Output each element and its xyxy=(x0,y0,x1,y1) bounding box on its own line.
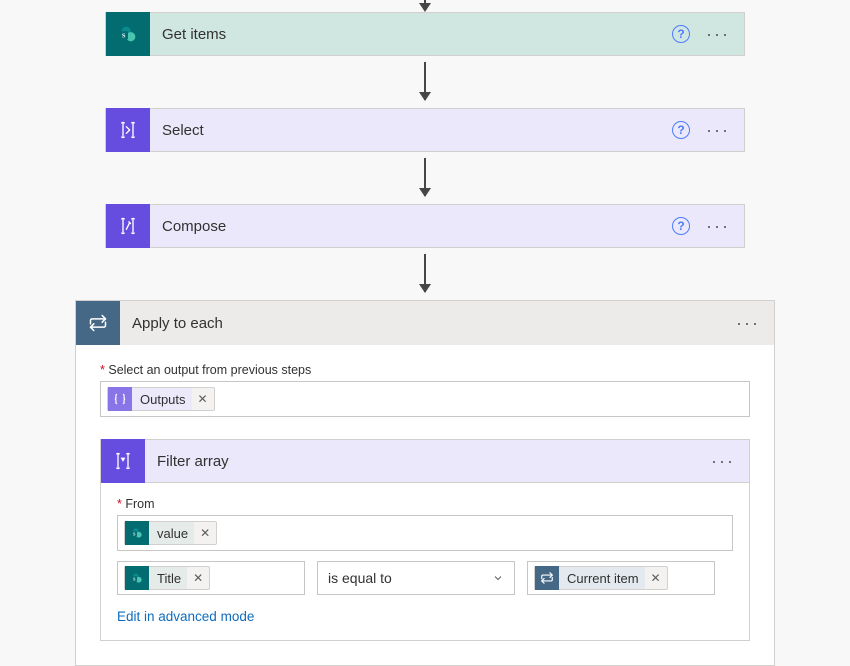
filter-operator-select[interactable]: is equal to xyxy=(317,561,515,595)
token-current-item[interactable]: Current item ✕ xyxy=(534,566,668,590)
compose-icon xyxy=(106,204,150,248)
svg-text:S: S xyxy=(122,33,126,40)
step-select[interactable]: Select ? ··· xyxy=(105,108,745,152)
more-menu-icon[interactable]: ··· xyxy=(736,318,760,328)
loop-icon xyxy=(76,301,120,345)
token-label: value xyxy=(149,522,194,544)
field-label: * Select an output from previous steps xyxy=(100,363,750,377)
token-value[interactable]: S value ✕ xyxy=(124,521,217,545)
sharepoint-icon: S xyxy=(125,566,149,590)
more-menu-icon[interactable]: ··· xyxy=(706,29,730,39)
token-remove-icon[interactable]: ✕ xyxy=(187,571,209,585)
help-icon[interactable]: ? xyxy=(672,121,690,139)
step-header[interactable]: Apply to each ··· xyxy=(76,301,774,345)
filter-body: * From S value ✕ xyxy=(100,483,750,641)
operator-value: is equal to xyxy=(328,570,392,586)
connector-arrow xyxy=(424,0,426,4)
token-title[interactable]: S Title ✕ xyxy=(124,566,210,590)
chevron-down-icon xyxy=(492,572,504,584)
loop-icon xyxy=(535,566,559,590)
more-menu-icon[interactable]: ··· xyxy=(706,125,730,135)
connector-arrow xyxy=(424,62,426,100)
token-remove-icon[interactable]: ✕ xyxy=(645,571,667,585)
step-title: Select xyxy=(150,122,672,139)
step-apply-to-each: Apply to each ··· * Select an output fro… xyxy=(75,300,775,666)
sharepoint-icon: S xyxy=(106,12,150,56)
step-title: Get items xyxy=(150,26,672,43)
step-title: Filter array xyxy=(145,453,711,470)
connector-arrow xyxy=(424,254,426,292)
step-get-items[interactable]: S Get items ? ··· xyxy=(105,12,745,56)
token-label: Outputs xyxy=(132,388,192,410)
data-operation-icon xyxy=(108,387,132,411)
step-compose[interactable]: Compose ? ··· xyxy=(105,204,745,248)
token-label: Current item xyxy=(559,567,645,589)
help-icon[interactable]: ? xyxy=(672,217,690,235)
connector-arrow xyxy=(424,158,426,196)
more-menu-icon[interactable]: ··· xyxy=(711,456,735,466)
step-title: Compose xyxy=(150,218,672,235)
token-outputs[interactable]: Outputs ✕ xyxy=(107,387,215,411)
filter-left-input[interactable]: S Title ✕ xyxy=(117,561,305,595)
more-menu-icon[interactable]: ··· xyxy=(706,221,730,231)
filter-right-input[interactable]: Current item ✕ xyxy=(527,561,715,595)
step-filter-array[interactable]: Filter array ··· xyxy=(100,439,750,483)
output-selector-input[interactable]: Outputs ✕ xyxy=(100,381,750,417)
select-icon xyxy=(106,108,150,152)
token-label: Title xyxy=(149,567,187,589)
help-icon[interactable]: ? xyxy=(672,25,690,43)
from-input[interactable]: S value ✕ xyxy=(117,515,733,551)
step-title: Apply to each xyxy=(120,315,736,332)
filter-array-icon xyxy=(101,439,145,483)
token-remove-icon[interactable]: ✕ xyxy=(194,526,216,540)
token-remove-icon[interactable]: ✕ xyxy=(192,392,214,406)
field-label: * From xyxy=(117,497,733,511)
sharepoint-icon: S xyxy=(125,521,149,545)
